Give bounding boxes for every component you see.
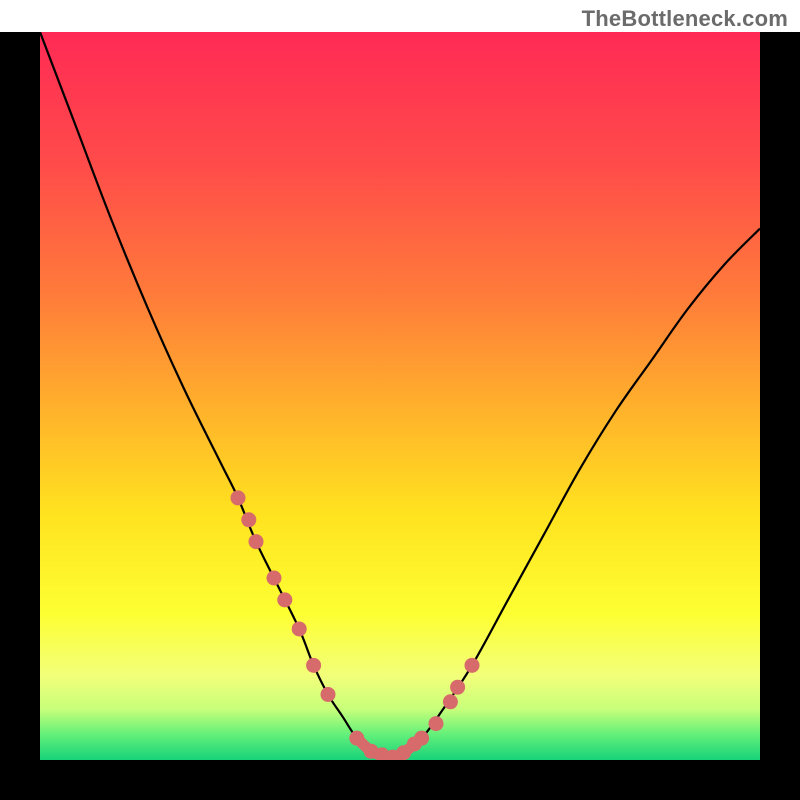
data-marker <box>349 731 364 746</box>
data-marker <box>231 490 246 505</box>
data-marker <box>267 571 282 586</box>
data-marker <box>321 687 336 702</box>
data-marker <box>292 621 307 636</box>
data-marker <box>277 592 292 607</box>
data-marker <box>465 658 480 673</box>
chart-svg <box>40 32 760 760</box>
data-marker <box>249 534 264 549</box>
data-marker <box>414 731 429 746</box>
chart-background <box>40 32 760 760</box>
data-marker <box>241 512 256 527</box>
data-marker <box>306 658 321 673</box>
data-marker <box>450 680 465 695</box>
data-marker <box>443 694 458 709</box>
data-marker <box>429 716 444 731</box>
watermark-text: TheBottleneck.com <box>582 6 788 32</box>
chart-plot-area <box>40 32 760 760</box>
